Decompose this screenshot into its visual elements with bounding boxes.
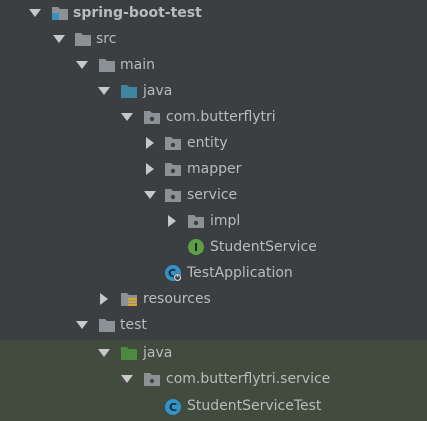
package-icon [144, 111, 160, 124]
tree-row-java-test[interactable]: java [0, 340, 427, 366]
tree-node-label: test [120, 317, 147, 333]
collapse-arrow-icon[interactable] [52, 26, 66, 52]
tree-row-student-service[interactable]: I StudentService [0, 234, 427, 260]
tree-node-label: impl [210, 213, 241, 229]
package-icon [165, 189, 181, 202]
tree-row-project-root[interactable]: spring-boot-test [0, 0, 427, 26]
tree-node-label: com.butterflytri.service [166, 371, 331, 387]
expand-arrow-icon[interactable] [165, 208, 179, 234]
folder-icon [99, 59, 115, 72]
tree-node-label: com.butterflytri [166, 109, 276, 125]
tree-node-label: TestApplication [187, 265, 293, 281]
tree-row-impl[interactable]: impl [0, 208, 427, 234]
package-icon [188, 215, 204, 228]
interface-icon: I [188, 239, 204, 255]
folder-icon [99, 319, 115, 332]
package-icon [144, 373, 160, 386]
tree-row-java-main[interactable]: java [0, 78, 427, 104]
tree-row-entity[interactable]: entity [0, 130, 427, 156]
tree-node-label: java [143, 345, 173, 361]
tree-node-label: entity [187, 135, 228, 151]
tree-row-test[interactable]: test [0, 312, 427, 338]
expand-arrow-icon[interactable] [97, 286, 111, 312]
collapse-arrow-icon[interactable] [97, 78, 111, 104]
tree-row-test-application[interactable]: C TestApplication [0, 260, 427, 286]
spring-boot-class-icon: C [165, 265, 182, 282]
tree-row-mapper[interactable]: mapper [0, 156, 427, 182]
project-tree: spring-boot-test src main java com.butte… [0, 0, 427, 421]
tree-node-label: StudentService [210, 239, 317, 255]
collapse-arrow-icon[interactable] [75, 312, 89, 338]
collapse-arrow-icon[interactable] [120, 104, 134, 130]
project-name: spring-boot-test [73, 5, 202, 21]
tree-row-package-root[interactable]: com.butterflytri [0, 104, 427, 130]
collapse-arrow-icon[interactable] [143, 182, 157, 208]
tree-row-service[interactable]: service [0, 182, 427, 208]
collapse-arrow-icon[interactable] [97, 340, 111, 366]
project-folder-icon [52, 7, 68, 20]
folder-icon [75, 33, 91, 46]
collapse-arrow-icon[interactable] [75, 52, 89, 78]
tree-row-src[interactable]: src [0, 26, 427, 52]
tree-node-label: mapper [187, 161, 242, 177]
expand-arrow-icon[interactable] [143, 156, 157, 182]
svg-text:C: C [169, 401, 177, 414]
tree-node-label: resources [143, 291, 211, 307]
source-folder-icon [121, 85, 137, 98]
tree-row-main[interactable]: main [0, 52, 427, 78]
tree-node-label: src [96, 31, 117, 47]
tree-node-label: main [120, 57, 155, 73]
tree-node-label: service [187, 187, 238, 203]
tree-row-resources[interactable]: resources [0, 286, 427, 312]
package-icon [165, 137, 181, 150]
package-icon [165, 163, 181, 176]
tree-node-label: StudentServiceTest [187, 398, 322, 414]
tree-row-test-package[interactable]: com.butterflytri.service [0, 366, 427, 392]
tree-row-student-service-test[interactable]: C StudentServiceTest [0, 392, 427, 421]
svg-text:I: I [194, 241, 198, 254]
tree-node-label: java [143, 83, 173, 99]
collapse-arrow-icon[interactable] [28, 0, 42, 26]
collapse-arrow-icon[interactable] [120, 366, 134, 392]
class-icon: C [165, 399, 181, 415]
resources-folder-icon [121, 293, 137, 306]
expand-arrow-icon[interactable] [143, 130, 157, 156]
test-source-folder-icon [121, 347, 137, 360]
